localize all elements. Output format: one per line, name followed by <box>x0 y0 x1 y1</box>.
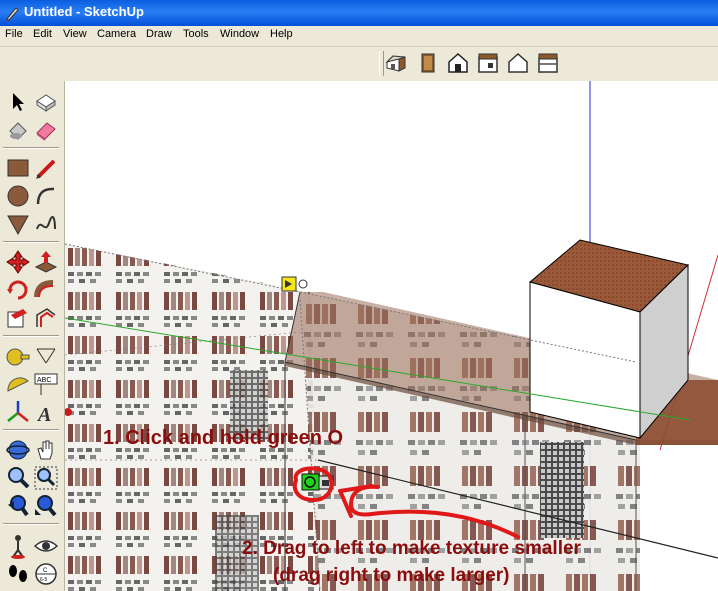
menu-draw[interactable]: Draw <box>146 28 172 40</box>
modeling-viewport[interactable]: 1. Click and hold green O 2. Drag to lef… <box>65 81 718 591</box>
zoom-extents-tool-icon[interactable] <box>33 493 59 519</box>
svg-text:6-5: 6-5 <box>40 577 47 583</box>
menu-window[interactable]: Window <box>220 28 259 40</box>
left-view-icon[interactable] <box>536 51 560 75</box>
menu-help[interactable]: Help <box>270 28 293 40</box>
freehand-tool-icon[interactable] <box>33 211 59 237</box>
circle-tool-icon[interactable] <box>5 183 31 209</box>
walk-tool-icon[interactable] <box>5 561 31 587</box>
annotation-step2b: (drag right to make larger) <box>273 565 510 586</box>
select-tool-icon[interactable] <box>5 89 31 115</box>
component-tool-icon[interactable] <box>33 89 59 115</box>
rotate-tool-icon[interactable] <box>5 277 31 303</box>
3d-text-tool-icon[interactable]: A <box>33 399 59 425</box>
menu-bar: File Edit View Camera Draw Tools Window … <box>0 26 718 47</box>
arc-tool-icon[interactable] <box>33 183 59 209</box>
push-pull-tool-icon[interactable] <box>33 249 59 275</box>
window-title: Untitled - SketchUp <box>24 4 144 19</box>
back-view-icon[interactable] <box>506 51 530 75</box>
move-tool-icon[interactable] <box>5 249 31 275</box>
top-view-icon[interactable] <box>416 51 440 75</box>
section-plane-tool-icon[interactable]: C 6-5 <box>33 561 59 587</box>
eraser-tool-icon[interactable] <box>33 117 59 143</box>
svg-text:ABC: ABC <box>37 377 51 384</box>
protractor-tool-icon[interactable] <box>5 371 31 397</box>
tape-measure-tool-icon[interactable] <box>5 343 31 369</box>
dimension-tool-icon[interactable] <box>33 343 59 369</box>
toolbar-area <box>0 47 718 81</box>
svg-text:C: C <box>43 568 48 574</box>
annotation-step2: 2. Drag to left to make texture smaller <box>242 538 581 559</box>
pan-tool-icon[interactable] <box>33 437 59 463</box>
zoom-window-tool-icon[interactable] <box>33 465 59 491</box>
views-toolbar <box>377 48 567 79</box>
zoom-tool-icon[interactable] <box>5 465 31 491</box>
tool-palette: ABC A C 6-5 <box>0 81 65 591</box>
orbit-tool-icon[interactable] <box>5 437 31 463</box>
look-around-tool-icon[interactable] <box>33 533 59 559</box>
svg-text:A: A <box>36 404 51 425</box>
offset-tool-icon[interactable] <box>33 305 59 331</box>
scene-canvas[interactable] <box>65 81 718 591</box>
menu-tools[interactable]: Tools <box>183 28 209 40</box>
iso-view-icon[interactable] <box>384 51 408 75</box>
axes-tool-icon[interactable] <box>5 399 31 425</box>
menu-view[interactable]: View <box>63 28 87 40</box>
menu-camera[interactable]: Camera <box>97 28 136 40</box>
text-tool-icon[interactable]: ABC <box>33 371 59 397</box>
position-camera-tool-icon[interactable] <box>5 533 31 559</box>
front-view-icon[interactable] <box>446 51 470 75</box>
scale-tool-icon[interactable] <box>5 305 31 331</box>
paint-bucket-tool-icon[interactable] <box>5 117 31 143</box>
pencil-line-tool-icon[interactable] <box>33 155 59 181</box>
previous-view-tool-icon[interactable] <box>5 493 31 519</box>
menu-file[interactable]: File <box>5 28 23 40</box>
right-view-icon[interactable] <box>476 51 500 75</box>
title-bar: Untitled - SketchUp <box>0 0 718 26</box>
polygon-tool-icon[interactable] <box>5 211 31 237</box>
menu-edit[interactable]: Edit <box>33 28 52 40</box>
follow-me-tool-icon[interactable] <box>33 277 59 303</box>
rectangle-tool-icon[interactable] <box>5 155 31 181</box>
yellow-texture-pin <box>281 276 308 292</box>
sketchup-app-icon <box>6 7 19 21</box>
annotation-step1: 1. Click and hold green O <box>103 427 344 449</box>
